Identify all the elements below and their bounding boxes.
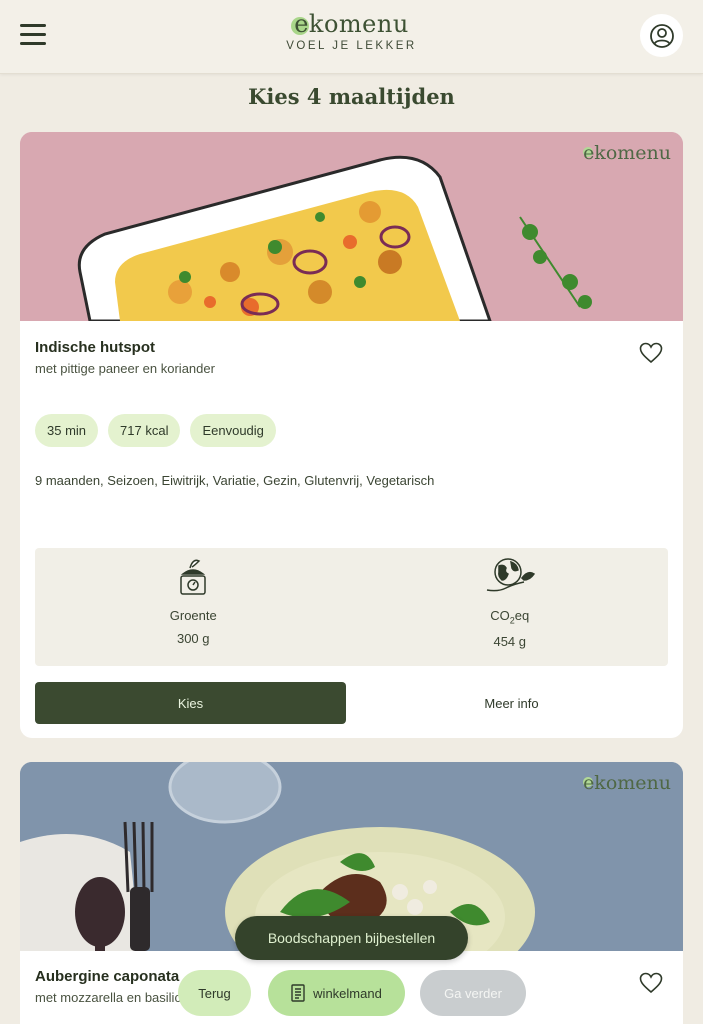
recipe-card: ekomenu Indische hutspot met pittige pan… — [20, 132, 683, 738]
favorite-button[interactable] — [639, 342, 663, 369]
logo-tagline: VOEL JE LEKKER — [286, 40, 417, 52]
heart-icon — [639, 972, 663, 994]
recipe-chips: 35 min 717 kcal Eenvoudig — [35, 414, 276, 447]
recipe-subtitle: met pittige paneer en koriander — [35, 361, 215, 376]
sustainability-stats: Groente 300 g CO2eq 454 g — [35, 548, 668, 666]
recipe-photo[interactable]: ekomenu — [20, 132, 683, 321]
cart-button[interactable]: winkelmand — [268, 970, 405, 1016]
scale-icon — [180, 559, 206, 595]
co2-stat: CO2eq 454 g — [352, 548, 669, 666]
stat-label: Groente — [169, 608, 217, 623]
logo-wordmark: ekomenu — [291, 10, 409, 38]
recipe-title[interactable]: Indische hutspot — [35, 339, 155, 356]
continue-button[interactable]: Ga verder — [420, 970, 526, 1016]
account-button[interactable] — [640, 14, 683, 57]
recipe-tags: 9 maanden, Seizoen, Eiwitrijk, Variatie,… — [35, 473, 435, 488]
vegetable-stat: Groente 300 g — [35, 548, 352, 666]
stat-label: CO2eq — [490, 608, 530, 626]
recipe-subtitle: met mozzarella en basilicum — [35, 990, 200, 1005]
recipe-title[interactable]: Aubergine caponata — [35, 968, 179, 985]
more-info-button[interactable]: Meer info — [355, 682, 668, 724]
earth-hand-icon — [486, 558, 535, 592]
receipt-icon — [291, 984, 305, 1002]
photo-watermark: ekomenu — [583, 772, 671, 794]
choose-button[interactable]: Kies — [35, 682, 346, 724]
brand-logo[interactable]: ekomenu VOEL JE LEKKER — [0, 10, 703, 52]
cart-label: winkelmand — [313, 985, 382, 1001]
photo-watermark: ekomenu — [583, 142, 671, 164]
favorite-button[interactable] — [639, 972, 663, 999]
user-circle-icon — [649, 23, 674, 48]
stat-value: 300 g — [176, 631, 210, 646]
page-title: Kies 4 maaltijden — [248, 84, 455, 109]
stat-value: 454 g — [493, 633, 527, 649]
time-chip: 35 min — [35, 414, 99, 447]
difficulty-chip: Eenvoudig — [190, 414, 276, 447]
order-extra-groceries-button[interactable]: Boodschappen bijbestellen — [235, 916, 468, 960]
heart-icon — [639, 342, 663, 364]
back-button[interactable]: Terug — [178, 970, 251, 1016]
app-header: ekomenu VOEL JE LEKKER — [0, 0, 703, 74]
calories-chip: 717 kcal — [108, 414, 181, 447]
